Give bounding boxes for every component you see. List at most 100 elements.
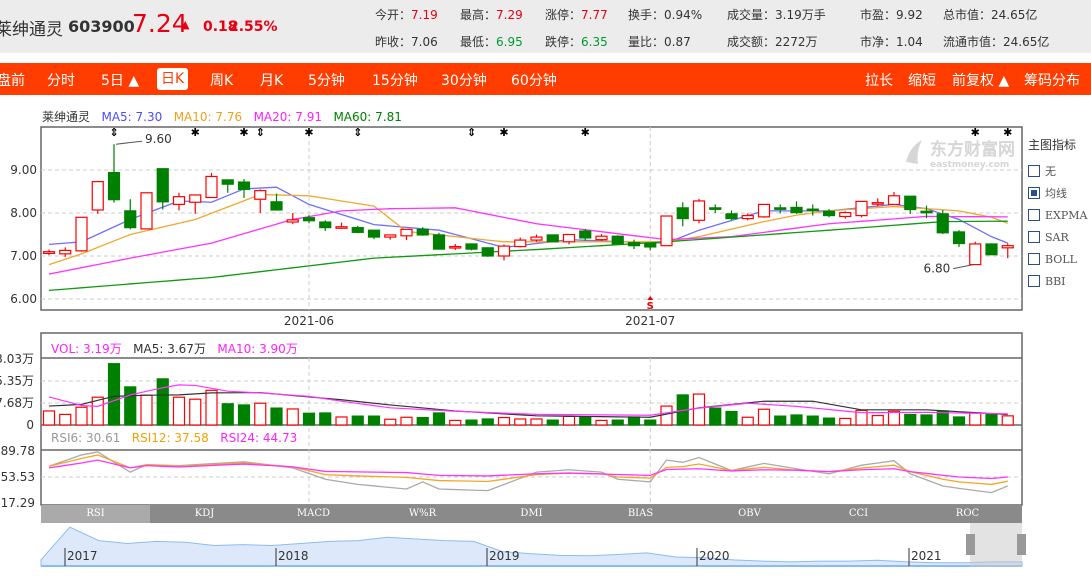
stat-label: 市净： (860, 35, 897, 49)
toolbar-button[interactable]: 筹码分布 (1024, 70, 1080, 90)
candlestick (627, 239, 641, 250)
indicator-tab[interactable]: BIAS (586, 505, 695, 523)
legend-stock-name: 莱绅通灵 (42, 110, 91, 124)
indicator-tab[interactable]: KDJ (150, 505, 259, 523)
stat-value: 7.77 (581, 8, 608, 22)
candlestick (237, 179, 251, 198)
navigator-handle[interactable] (1017, 534, 1026, 555)
indicator-option[interactable]: EXPMA (1028, 204, 1087, 226)
volume-bar (156, 378, 169, 426)
volume-bar (627, 416, 641, 426)
stat-item: 换手：0.94% (628, 6, 702, 23)
stat-value: 7.29 (496, 8, 523, 22)
candlestick (432, 232, 446, 250)
candlestick (335, 222, 348, 229)
period-tab[interactable]: 月K (260, 70, 283, 90)
toolbar-button[interactable]: 拉长 (865, 70, 893, 90)
stat-item: 最高：7.29 (460, 6, 523, 23)
period-tab[interactable]: 60分钟 (511, 70, 557, 90)
period-tab[interactable]: 周K (210, 70, 233, 90)
stat-item: 跌停：6.35 (545, 33, 608, 50)
toolbar-button[interactable]: 前复权 ▲ (952, 70, 1009, 90)
main-indicator-panel: 主图指标 无均线 EXPMA SAR BOLL BBI (1028, 136, 1087, 292)
volume-bar (709, 407, 722, 426)
volume-bar (644, 419, 657, 426)
price-tick-label: 9.00 (10, 163, 37, 177)
candlestick (140, 192, 153, 230)
annotation-arrow (115, 140, 143, 145)
navigator-handle[interactable] (966, 534, 975, 555)
indicator-option[interactable]: SAR (1028, 226, 1087, 248)
checkbox[interactable] (1028, 209, 1040, 221)
navigator-window[interactable] (970, 523, 1022, 567)
stat-label: 涨停： (545, 8, 582, 22)
period-tab[interactable]: 15分钟 (372, 70, 418, 90)
candle-body (530, 236, 543, 241)
stat-item: 量比：0.87 (628, 33, 691, 50)
indicator-option[interactable]: 无 (1028, 160, 1087, 182)
checkbox[interactable] (1028, 231, 1040, 243)
volume-bar (790, 414, 803, 426)
stat-value: 24.65亿 (991, 8, 1038, 22)
candle-body (887, 195, 901, 205)
candle-body (156, 168, 169, 203)
watermark-cn: 东方财富网 (930, 139, 1015, 160)
stat-label: 昨收： (375, 35, 412, 49)
candlestick (189, 194, 202, 214)
period-tab[interactable]: 30分钟 (441, 70, 487, 90)
period-tab[interactable]: 5日 ▲ (101, 70, 139, 90)
stat-item: 最低：6.95 (460, 33, 523, 50)
volume-bar (172, 396, 186, 426)
checkbox[interactable] (1028, 165, 1040, 177)
volume-bar (514, 418, 527, 426)
checkbox[interactable] (1028, 187, 1040, 199)
candle-body (806, 208, 819, 212)
indicator-tab[interactable]: RSI (41, 505, 150, 523)
indicator-tab[interactable]: DMI (477, 505, 586, 523)
volume-bar (985, 413, 998, 426)
volume-bar (59, 413, 72, 426)
candle-body (432, 234, 446, 250)
candle-body (351, 227, 364, 233)
candlestick (709, 204, 722, 213)
stat-label: 成交量： (727, 8, 776, 22)
indicator-tab[interactable]: OBV (695, 505, 804, 523)
high-annotation: 9.60 (145, 132, 172, 146)
indicator-option[interactable]: BBI (1028, 270, 1087, 292)
checkbox[interactable] (1028, 275, 1040, 287)
period-tab[interactable]: 盘前 (0, 70, 25, 90)
indicator-option[interactable]: BOLL (1028, 248, 1087, 270)
year-label: 2019 (489, 549, 520, 563)
rsi-legend: RSI6: 30.61 RSI12: 37.58 RSI24: 44.73 (51, 431, 297, 445)
indicator-tab[interactable]: CCI (804, 505, 913, 523)
stat-label: 最高： (460, 8, 497, 22)
candlestick (969, 241, 982, 266)
candlestick (936, 209, 949, 235)
candle-body (579, 230, 592, 239)
volume-bar (124, 386, 137, 426)
low-annotation: 6.80 (924, 262, 951, 276)
period-tab[interactable]: 5分钟 (308, 70, 345, 90)
date-tick-label: 2021-07 (625, 314, 675, 328)
sell-signal-marker: S (647, 301, 654, 312)
indicator-tab[interactable]: W%R (368, 505, 477, 523)
candle-body (757, 203, 771, 218)
candle-body (969, 243, 982, 266)
volume-bar (904, 413, 917, 426)
candle-body (904, 195, 917, 211)
legend-ma5: MA5: 7.30 (101, 110, 163, 124)
candlestick (725, 210, 738, 220)
period-toolbar: 盘前 分时 5日 ▲ 日K 周K 月K 5分钟 15分钟 30分钟 60分钟 拉长 缩短 前复权 ▲ 筹码… (0, 63, 1091, 95)
candle-body (59, 249, 72, 255)
indicator-tab[interactable]: MACD (259, 505, 368, 523)
checkbox[interactable] (1028, 253, 1040, 265)
toolbar-button[interactable]: 缩短 (908, 70, 936, 90)
period-tab[interactable]: 分时 (47, 70, 75, 90)
indicator-tabs: RSI KDJ MACD W%R DMI BIAS OBV CCI ROC (41, 505, 1022, 523)
watermark-icon (906, 140, 922, 164)
indicator-tab[interactable]: ROC (913, 505, 1022, 523)
candle-body (172, 196, 186, 205)
indicator-option[interactable]: 均线 (1028, 182, 1087, 204)
period-tab[interactable]: 日K (157, 68, 189, 90)
volume-bar (757, 408, 771, 426)
